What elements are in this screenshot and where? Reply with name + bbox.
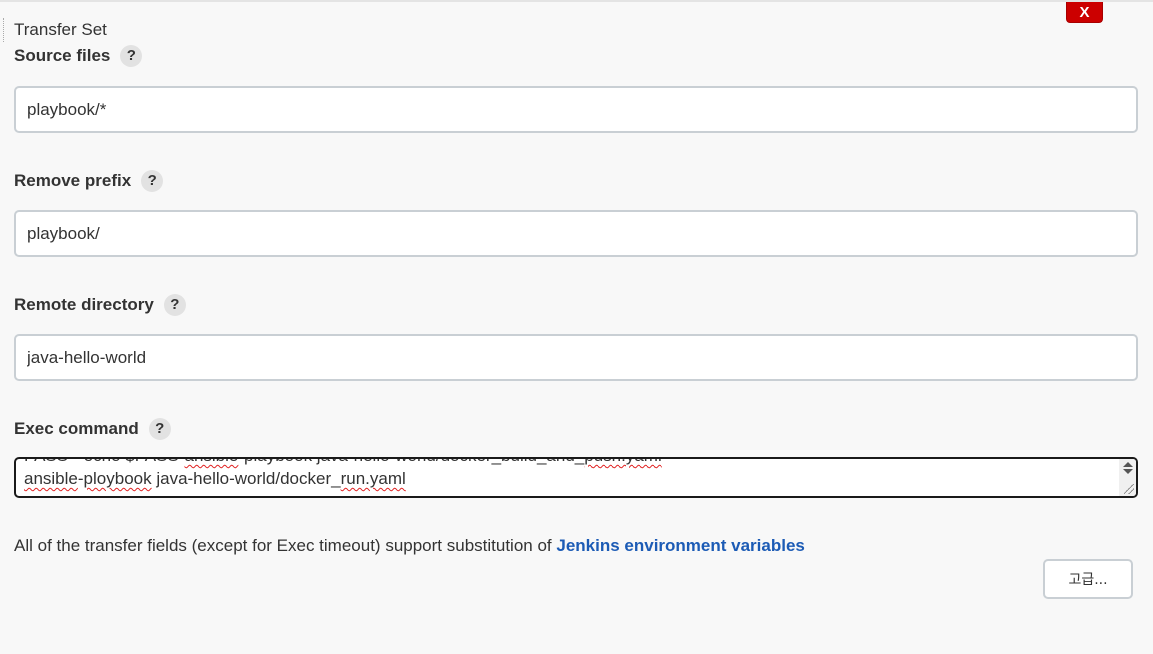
panel-top-border bbox=[0, 0, 1153, 2]
exec-command-line-2: ansible-ploybook java-hello-world/docker… bbox=[24, 469, 406, 489]
remote-directory-help-icon[interactable]: ? bbox=[163, 294, 186, 316]
substitution-note-text: All of the transfer fields (except for E… bbox=[14, 536, 557, 555]
source-files-help-icon[interactable]: ? bbox=[120, 45, 143, 67]
advanced-button[interactable]: 고급... bbox=[1043, 559, 1133, 599]
exec-command-line-1: PASS=`echo $PASS`ansible-playbook java-h… bbox=[24, 459, 662, 466]
exec-line-2-part-a: ansible bbox=[24, 469, 78, 488]
jenkins-env-vars-link[interactable]: Jenkins environment variables bbox=[556, 536, 805, 555]
remote-directory-label: Remote directory bbox=[14, 295, 154, 314]
exec-line-1-part-c: -playbook java-hello-world/docker_build_… bbox=[238, 459, 584, 465]
remove-prefix-help-icon[interactable]: ? bbox=[141, 170, 164, 192]
exec-line-1-part-d: push.yaml bbox=[584, 459, 661, 465]
remove-prefix-label-row: Remove prefix ? bbox=[14, 170, 164, 192]
exec-line-2-part-e: run.yaml bbox=[340, 469, 406, 488]
substitution-note: All of the transfer fields (except for E… bbox=[14, 536, 805, 556]
exec-line-1-part-b: ansible bbox=[184, 459, 238, 465]
exec-line-1-part-a: PASS=`echo $PASS` bbox=[24, 459, 184, 465]
source-files-input[interactable] bbox=[14, 86, 1138, 133]
exec-command-textarea[interactable]: PASS=`echo $PASS`ansible-playbook java-h… bbox=[14, 457, 1138, 498]
exec-line-2-part-d: java-hello-world/docker_ bbox=[151, 469, 341, 488]
remote-directory-label-row: Remote directory ? bbox=[14, 294, 186, 316]
exec-command-label-row: Exec command ? bbox=[14, 418, 171, 440]
resize-grip-icon[interactable] bbox=[1124, 484, 1134, 494]
remove-prefix-label: Remove prefix bbox=[14, 171, 132, 190]
exec-command-label: Exec command bbox=[14, 419, 139, 438]
remove-prefix-input[interactable] bbox=[14, 210, 1138, 257]
drag-handle[interactable] bbox=[3, 18, 5, 42]
source-files-label: Source files bbox=[14, 46, 111, 65]
section-title: Transfer Set bbox=[14, 20, 107, 39]
scroll-up-icon[interactable] bbox=[1123, 462, 1133, 467]
exec-line-2-part-c: ploybook bbox=[83, 469, 152, 488]
remote-directory-input[interactable] bbox=[14, 334, 1138, 381]
exec-command-help-icon[interactable]: ? bbox=[148, 418, 171, 440]
delete-transfer-set-button[interactable]: X bbox=[1066, 2, 1103, 23]
scroll-down-icon[interactable] bbox=[1123, 469, 1133, 474]
source-files-label-row: Source files ? bbox=[14, 45, 143, 67]
